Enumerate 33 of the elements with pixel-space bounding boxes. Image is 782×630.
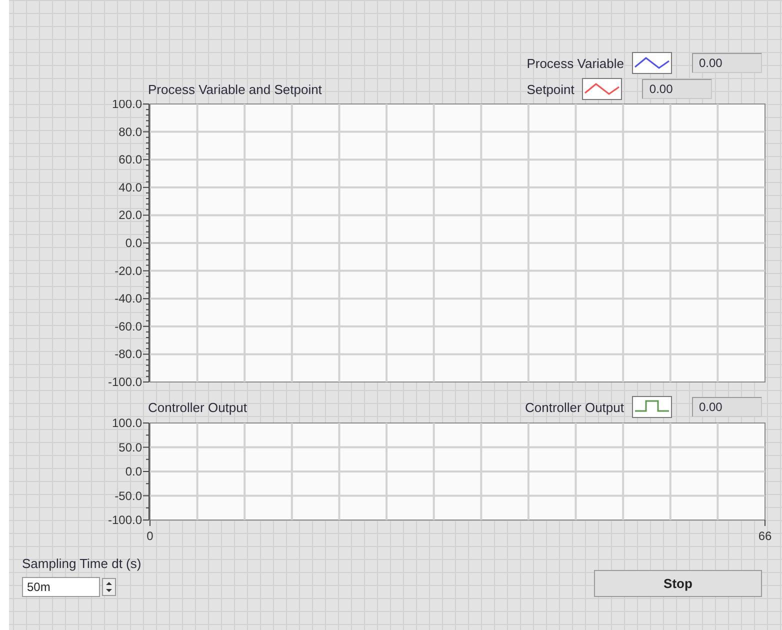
y-tick-label: -60.0 <box>114 319 142 334</box>
value-readout: 0.00 <box>692 397 762 417</box>
y-tick-label: 100.0 <box>112 418 142 430</box>
x-tick-label: 66 <box>758 529 772 543</box>
y-tick-label: 20.0 <box>118 208 142 222</box>
plot-legend-icon[interactable] <box>582 78 622 100</box>
plot-legend-icon[interactable] <box>632 396 672 418</box>
y-tick-label: 50.0 <box>118 440 142 454</box>
y-tick-label: 80.0 <box>118 124 142 139</box>
y-tick-label: 40.0 <box>118 180 142 194</box>
y-tick-label: -40.0 <box>114 292 142 306</box>
legend-label: Setpoint <box>526 82 574 96</box>
value-readout: 0.00 <box>642 79 712 99</box>
y-tick-label: 0.0 <box>125 464 142 478</box>
spinner-icon[interactable] <box>102 578 116 596</box>
control-label: Sampling Time dt (s) <box>22 556 142 571</box>
numeric-field[interactable]: 50m <box>22 577 100 597</box>
x-tick <box>764 520 766 526</box>
value-readout: 0.00 <box>692 53 762 73</box>
y-tick-label: -100.0 <box>108 513 142 527</box>
y-tick-label: 60.0 <box>118 152 142 167</box>
x-tick-label: 0 <box>146 529 154 543</box>
stop-button[interactable]: Stop <box>594 570 762 597</box>
legend-label: Process Variable <box>526 56 624 70</box>
y-tick-label: -50.0 <box>114 488 142 503</box>
legend-label: Controller Output <box>525 400 624 414</box>
y-tick-label: -20.0 <box>114 264 142 278</box>
chart-title: Process Variable and Setpoint <box>148 82 322 99</box>
chart-title: Controller Output <box>148 400 247 417</box>
y-tick-label: 0.0 <box>125 236 142 250</box>
y-tick-label: -100.0 <box>108 375 142 389</box>
y-tick-label: -80.0 <box>114 347 142 362</box>
plot-legend-icon[interactable] <box>632 52 672 74</box>
